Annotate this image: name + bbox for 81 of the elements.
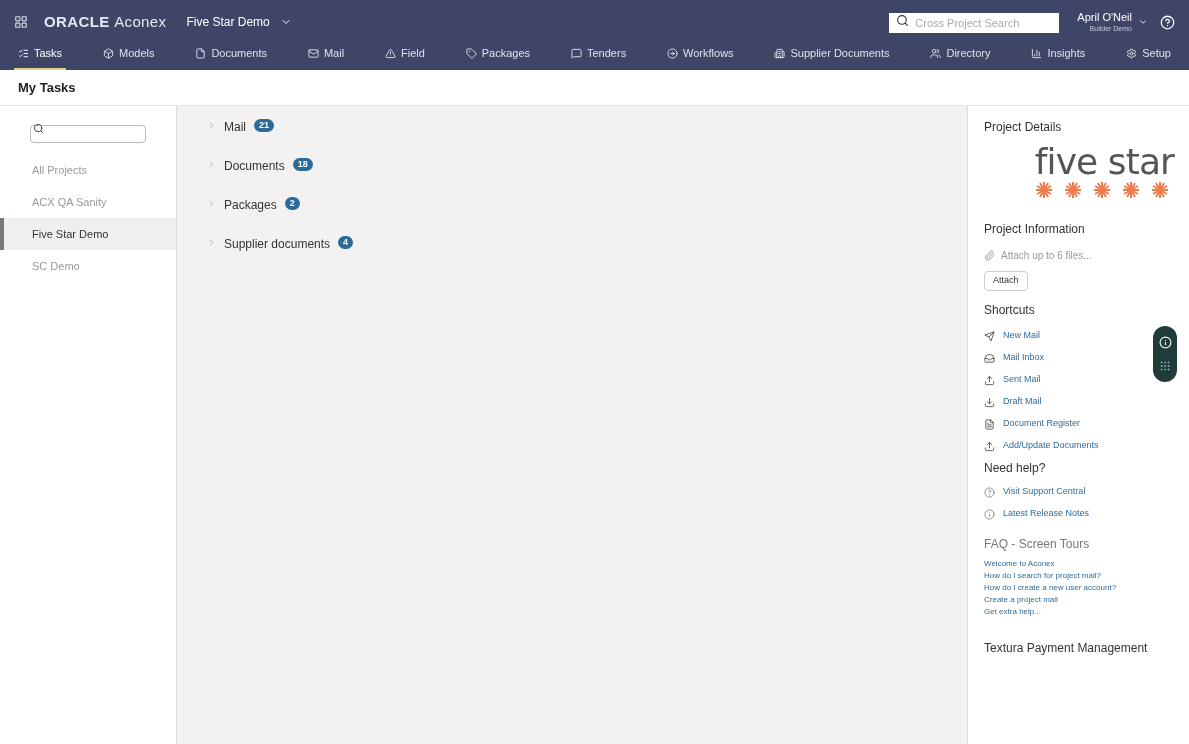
chart-icon (1031, 47, 1043, 59)
help-link[interactable]: Latest Release Notes (1003, 507, 1090, 521)
upload-icon (984, 440, 995, 452)
count-badge: 21 (254, 119, 275, 132)
nav-tab[interactable]: Setup (1122, 38, 1175, 70)
task-group-toggle[interactable] (207, 160, 216, 169)
project-item[interactable]: Five Star Demo (0, 218, 176, 250)
task-group-label[interactable]: Mail (224, 118, 246, 136)
settings-icon (1126, 47, 1138, 59)
project-selector[interactable]: Five Star Demo (186, 13, 292, 31)
section-title: Need help? (984, 460, 1047, 477)
people-icon (930, 47, 942, 59)
section-title: Shortcuts (984, 302, 1036, 319)
brand-logo: ORACLE Aconex (44, 11, 167, 32)
nav-tab[interactable]: Field (381, 38, 429, 70)
nav-tab[interactable]: Insights (1027, 38, 1090, 70)
help-icon (984, 486, 995, 498)
section-title: Textura Payment Management (984, 640, 1149, 657)
faq-link[interactable]: How do I search for project mail? (984, 571, 1134, 581)
attach-button[interactable]: Attach (984, 271, 1028, 291)
search-icon (33, 123, 44, 134)
task-group-toggle[interactable] (207, 121, 216, 130)
section-title: FAQ - Screen Tours (984, 536, 1091, 553)
task-group-label[interactable]: Documents (224, 157, 285, 175)
project-search-field[interactable] (30, 124, 146, 143)
attach-hint: Attach up to 6 files... (1001, 249, 1092, 263)
paperclip-icon (984, 250, 995, 261)
cube-icon (103, 47, 115, 59)
nav-tab[interactable]: Mail (303, 38, 349, 70)
tag-icon (465, 47, 477, 59)
info-icon (1158, 335, 1172, 349)
faq-link[interactable]: Get extra help... (984, 607, 1134, 617)
shortcut-link[interactable]: Document Register (1003, 417, 1081, 431)
section-title: Project Information (984, 221, 1086, 238)
download-icon (984, 396, 995, 408)
nav-tab[interactable]: Documents (191, 38, 272, 70)
nav-tab[interactable]: Packages (461, 38, 535, 70)
count-badge: 2 (284, 197, 300, 210)
info-icon (984, 508, 995, 520)
search-icon (896, 14, 910, 27)
task-group-toggle[interactable] (207, 238, 216, 247)
nav-tab[interactable]: Workflows (663, 38, 738, 70)
help-link[interactable]: Visit Support Central (1003, 485, 1086, 499)
faq-link[interactable]: Welcome to Aconex (984, 559, 1134, 569)
send-icon (984, 330, 995, 342)
task-group-label[interactable]: Packages (224, 196, 277, 214)
project-logo: five star (984, 144, 1174, 200)
dots-icon (1159, 360, 1171, 373)
arrow-circle-icon (667, 47, 679, 59)
page-title: My Tasks (18, 78, 76, 97)
assistant-widget[interactable] (1153, 326, 1177, 382)
nav-tab[interactable]: Directory (926, 38, 995, 70)
mail-icon (307, 47, 319, 59)
shortcut-link[interactable]: Sent Mail (1003, 373, 1041, 387)
nav-tab[interactable]: Supplier Documents (770, 38, 894, 70)
building-icon (774, 47, 786, 59)
chat-icon (571, 47, 582, 59)
faq-link[interactable]: How do I create a new user account? (984, 583, 1134, 593)
shortcut-link[interactable]: New Mail (1003, 329, 1040, 343)
count-badge: 4 (338, 236, 354, 249)
search-field[interactable]: Cross Project Search (889, 13, 1060, 33)
faq-link[interactable]: Create a project mail (984, 595, 1134, 605)
task-group-label[interactable]: Supplier documents (224, 235, 331, 253)
nav-tab[interactable]: Tasks (14, 38, 67, 70)
nav-tab[interactable]: Models (99, 38, 159, 70)
count-badge: 18 (292, 158, 313, 171)
shortcut-link[interactable]: Draft Mail (1003, 395, 1042, 409)
caret-icon (1138, 17, 1148, 27)
section-title: Project Details (984, 119, 1063, 136)
upload-icon (984, 374, 995, 386)
checklist-icon (18, 47, 29, 59)
app-menu-icon[interactable] (14, 15, 28, 29)
task-group-toggle[interactable] (207, 199, 216, 208)
document-icon (984, 418, 995, 430)
shortcut-link[interactable]: Add/Update Documents (1003, 439, 1099, 453)
nav-tab[interactable]: Tenders (567, 38, 631, 70)
inbox-icon (984, 352, 995, 364)
shortcut-link[interactable]: Mail Inbox (1003, 351, 1045, 365)
warning-icon (385, 47, 397, 59)
document-icon (195, 47, 207, 59)
help-icon[interactable] (1160, 14, 1175, 30)
